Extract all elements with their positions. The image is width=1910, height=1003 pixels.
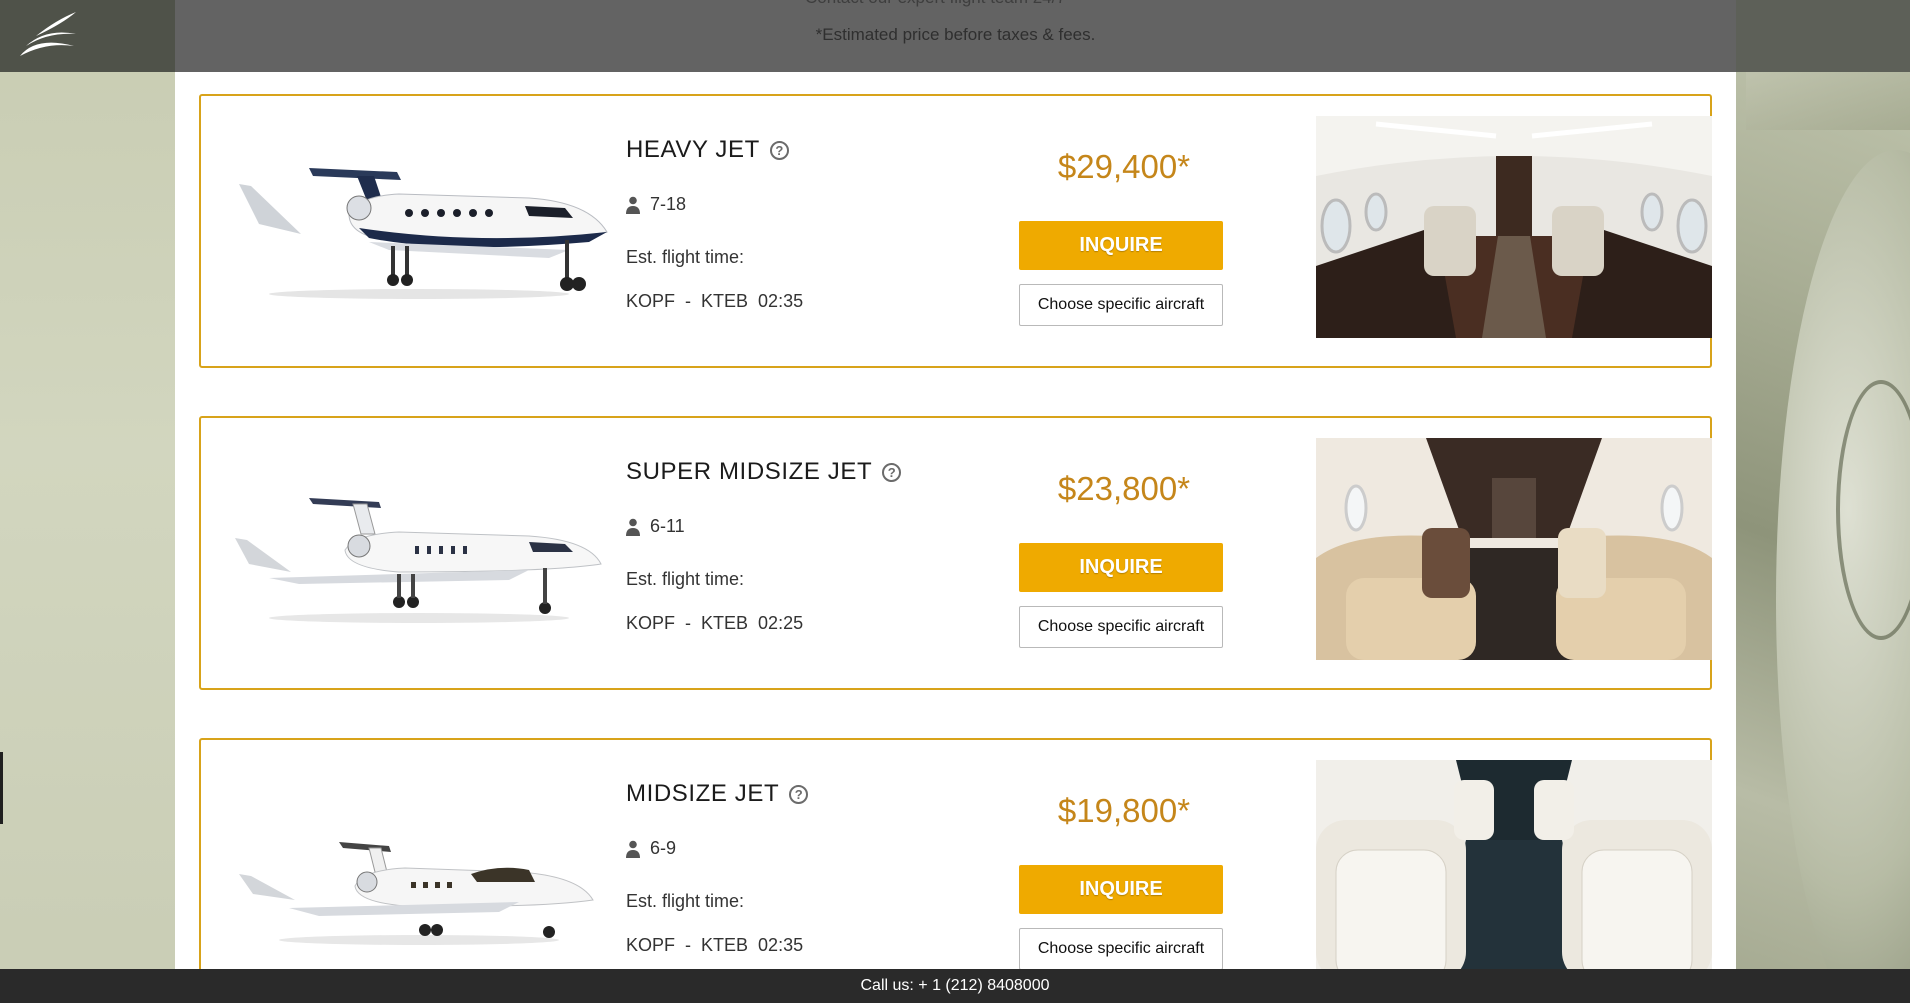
passenger-range: 6-9 (650, 838, 677, 858)
inquire-button[interactable]: INQUIRE (1019, 543, 1223, 592)
person-icon (626, 840, 640, 858)
inquire-button[interactable]: INQUIRE (1019, 221, 1223, 270)
passenger-capacity: 6-11 (626, 516, 685, 537)
passenger-capacity: 7-18 (626, 194, 686, 215)
question-circle-icon[interactable]: ? (769, 140, 789, 160)
flight-duration: 02:35 (758, 935, 804, 955)
estimated-price: $19,800* (1057, 792, 1191, 829)
background-right (1736, 0, 1910, 1003)
edge-marker (0, 752, 3, 824)
cabin-interior-image (1316, 760, 1712, 982)
passenger-capacity: 6-9 (626, 838, 676, 859)
midsize-jet-image (239, 842, 594, 945)
person-icon (626, 518, 640, 536)
contact-text: Contact our expert flight team 24/7 (805, 0, 1066, 8)
question-circle-icon[interactable]: ? (789, 784, 809, 804)
inquire-button[interactable]: INQUIRE (1019, 865, 1223, 914)
choose-aircraft-button[interactable]: Choose specific aircraft (1019, 606, 1223, 648)
destination-code: KTEB (701, 935, 749, 955)
passenger-range: 6-11 (650, 516, 685, 536)
cabin-interior-image (1316, 116, 1712, 338)
header-overlay: Contact our expert flight team 24/7 *Est… (0, 0, 1910, 72)
jet-class-title: HEAVY JET (626, 136, 760, 163)
flight-duration: 02:25 (758, 613, 804, 633)
estimated-price: $23,800* (1057, 470, 1191, 507)
destination-code: KTEB (701, 613, 749, 633)
destination-code: KTEB (701, 291, 749, 311)
jet-card-super-midsize: SUPER MIDSIZE JET ? 6-11 Est. flight tim… (199, 416, 1712, 690)
origin-code: KOPF (626, 291, 676, 311)
choose-aircraft-button[interactable]: Choose specific aircraft (1019, 284, 1223, 326)
price-disclaimer: *Estimated price before taxes & fees. (815, 25, 1096, 44)
super-midsize-jet-image (235, 498, 602, 623)
results-column: HEAVY JET ? 7-18 Est. flight time: KOPF … (175, 0, 1736, 1003)
choose-aircraft-button[interactable]: Choose specific aircraft (1019, 928, 1223, 970)
origin-code: KOPF (626, 613, 676, 633)
cabin-interior-image (1316, 438, 1712, 660)
call-bar[interactable]: Call us: + 1 (212) 8408000 (0, 969, 1910, 1003)
flight-time-label: Est. flight time: (626, 891, 745, 911)
estimated-price: $29,400* (1057, 148, 1191, 185)
logo-container[interactable] (0, 0, 175, 72)
flight-time-label: Est. flight time: (626, 247, 745, 267)
flight-duration: 02:35 (758, 291, 804, 311)
phone-number[interactable]: Call us: + 1 (212) 8408000 (860, 977, 1049, 994)
flight-route: KOPF - KTEB 02:25 (626, 613, 804, 633)
jet-card-heavy: HEAVY JET ? 7-18 Est. flight time: KOPF … (199, 94, 1712, 368)
origin-code: KOPF (626, 935, 676, 955)
jet-card-midsize: MIDSIZE JET ? 6-9 Est. flight time: KOPF… (199, 738, 1712, 1003)
header-right-shade (1736, 0, 1910, 72)
person-icon (626, 196, 640, 214)
brand-logo-icon (20, 12, 76, 56)
flight-route: KOPF - KTEB 02:35 (626, 291, 804, 311)
question-circle-icon[interactable]: ? (882, 462, 902, 482)
flight-time-label: Est. flight time: (626, 569, 745, 589)
heavy-jet-image (239, 168, 608, 299)
passenger-range: 7-18 (650, 194, 687, 214)
jet-class-title: SUPER MIDSIZE JET (626, 458, 873, 485)
background-left (0, 0, 175, 1003)
jet-class-title: MIDSIZE JET (626, 780, 780, 807)
flight-route: KOPF - KTEB 02:35 (626, 935, 804, 955)
